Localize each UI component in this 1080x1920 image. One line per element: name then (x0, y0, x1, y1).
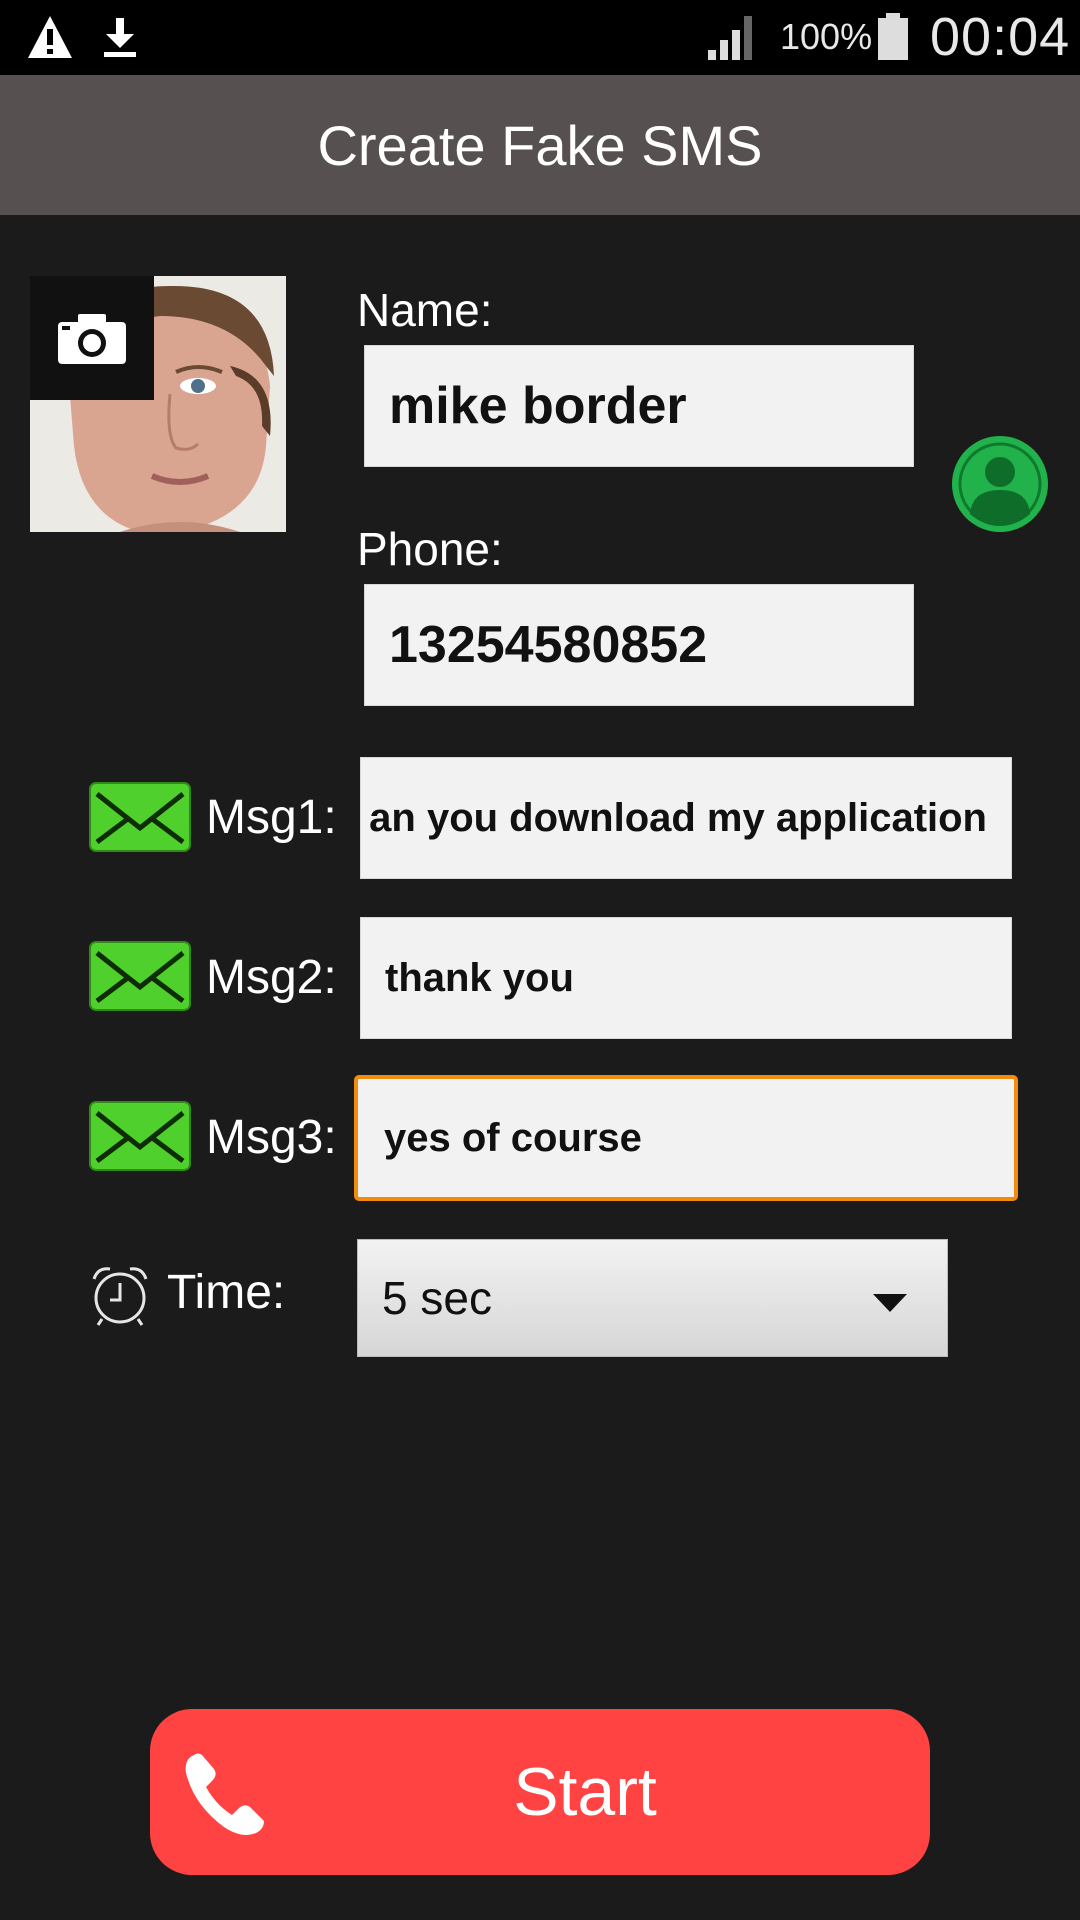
phone-input[interactable]: 13254580852 (364, 584, 914, 706)
phone-label: Phone: (357, 523, 503, 575)
download-icon (104, 18, 136, 57)
camera-icon (58, 314, 126, 364)
warning-icon (28, 16, 72, 58)
msg2-label: Msg2: (206, 951, 337, 1004)
time-label: Time: (167, 1266, 286, 1319)
msg3-input[interactable]: yes of course (354, 1075, 1018, 1201)
alarm-clock-icon (92, 1267, 148, 1326)
msg3-label: Msg3: (206, 1111, 337, 1164)
msg2-input[interactable]: thank you (360, 917, 1012, 1039)
battery-percentage: 100% (780, 16, 873, 57)
name-label: Name: (357, 284, 493, 336)
start-label: Start (513, 1754, 657, 1830)
status-clock: 00:04 (930, 7, 1071, 67)
msg1-input[interactable]: an you download my application (360, 757, 1012, 879)
time-select-value: 5 sec (382, 1272, 492, 1324)
signal-icon (708, 16, 752, 60)
message-envelope-icon[interactable] (89, 782, 191, 852)
battery-icon (878, 13, 908, 60)
name-input[interactable]: mike border (364, 345, 914, 467)
page-title: Create Fake SMS (317, 113, 763, 177)
time-select[interactable]: 5 sec (357, 1239, 948, 1357)
message-envelope-icon[interactable] (89, 941, 191, 1011)
status-bar: 100% 00:04 (0, 0, 1080, 75)
start-button[interactable]: Start (150, 1709, 930, 1875)
pick-contact-icon[interactable] (950, 434, 1050, 534)
dropdown-arrow-icon (873, 1294, 907, 1312)
message-envelope-icon[interactable] (89, 1101, 191, 1171)
title-bar: Create Fake SMS (0, 75, 1080, 215)
camera-button[interactable] (30, 276, 154, 400)
msg1-label: Msg1: (206, 791, 337, 844)
